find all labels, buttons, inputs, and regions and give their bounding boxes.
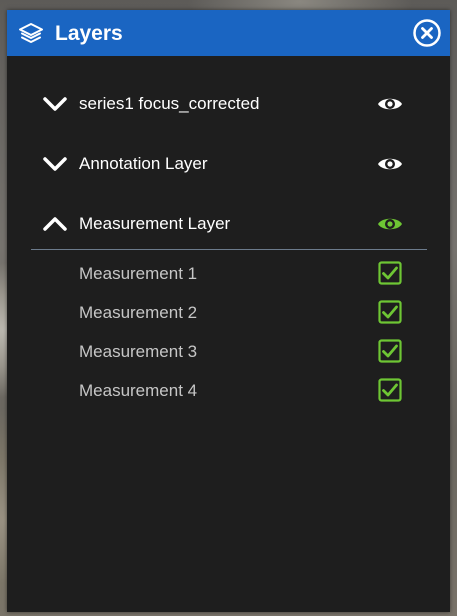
chevron-up-icon[interactable] [42,215,68,233]
measurement-item: Measurement 2 [7,296,450,330]
measurement-label: Measurement 4 [79,381,198,400]
eye-icon[interactable] [377,152,403,176]
layers-panel: Layers series1 focus_corrected Annotatio… [7,10,450,612]
checkbox-checked-icon[interactable] [378,261,402,285]
measurement-item: Measurement 3 [7,335,450,369]
layer-row-annotation[interactable]: Annotation Layer [7,144,450,184]
measurement-item: Measurement 4 [7,374,450,408]
chevron-down-icon[interactable] [42,155,68,173]
layer-label: Measurement Layer [79,214,231,233]
layer-label: Annotation Layer [79,154,208,173]
panel-title: Layers [55,22,123,45]
layer-row-measurement[interactable]: Measurement Layer [7,204,450,244]
close-icon[interactable] [412,18,442,48]
eye-icon[interactable] [377,92,403,116]
panel-header: Layers [7,10,450,56]
measurement-label: Measurement 2 [79,303,198,322]
layer-row-series1[interactable]: series1 focus_corrected [7,84,450,124]
layers-icon [19,23,43,43]
checkbox-checked-icon[interactable] [378,378,402,402]
measurement-label: Measurement 1 [79,264,198,283]
layer-label: series1 focus_corrected [79,94,260,113]
measurement-item: Measurement 1 [7,257,450,291]
checkbox-checked-icon[interactable] [378,339,402,363]
divider [31,249,427,250]
checkbox-checked-icon[interactable] [378,300,402,324]
measurement-label: Measurement 3 [79,342,198,361]
chevron-down-icon[interactable] [42,95,68,113]
eye-icon[interactable] [377,212,403,236]
